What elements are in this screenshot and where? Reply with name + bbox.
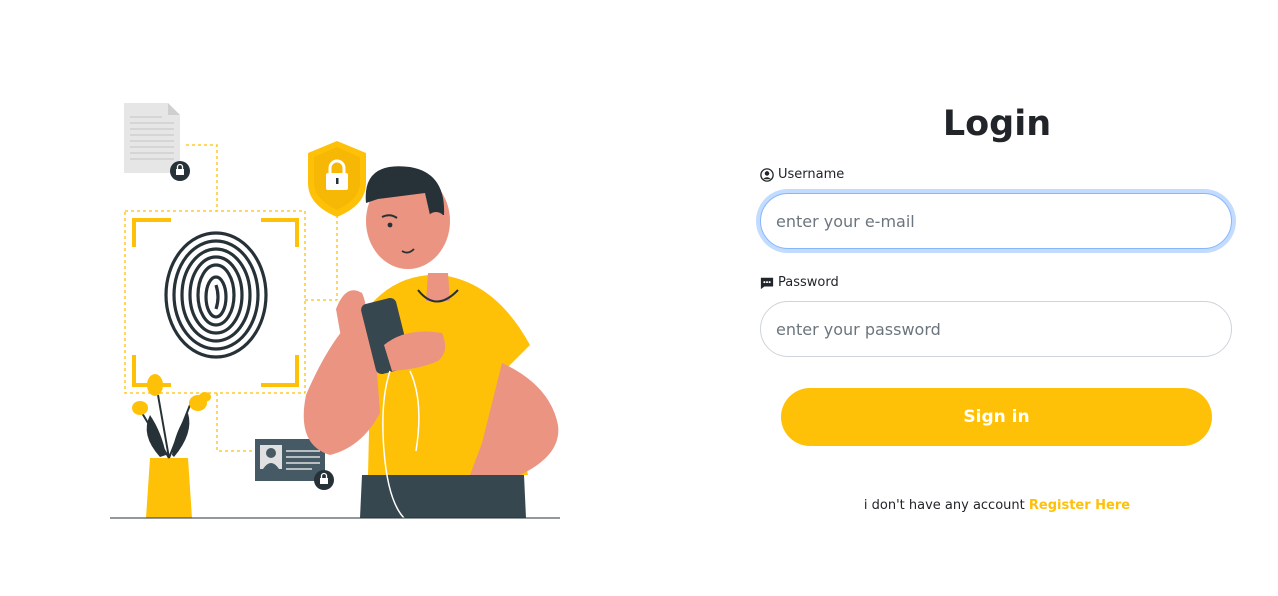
register-link[interactable]: Register Here [1029,498,1130,513]
username-label-text: Username [778,167,845,182]
document-icon [124,103,190,181]
fingerprint-icon [164,231,268,359]
register-prompt: i don't have any account Register Here [760,498,1234,513]
plant-illustration [132,374,211,518]
user-circle-icon [760,168,774,182]
login-form: Login Username Password Sign in i don't … [760,100,1234,513]
page-title: Login [942,104,1052,144]
sign-in-button[interactable]: Sign in [781,388,1212,446]
password-label-text: Password [778,275,839,290]
password-label: Password [760,274,839,292]
password-input[interactable] [760,301,1232,357]
username-input[interactable] [760,193,1232,249]
security-person-illustration [110,103,560,519]
shield-lock-icon [308,141,366,217]
person-illustration [303,166,559,519]
scan-frame [132,218,299,387]
chat-dots-icon [760,277,774,290]
register-prompt-text: i don't have any account [863,498,1025,513]
login-illustration [100,95,570,525]
username-label: Username [760,166,844,184]
